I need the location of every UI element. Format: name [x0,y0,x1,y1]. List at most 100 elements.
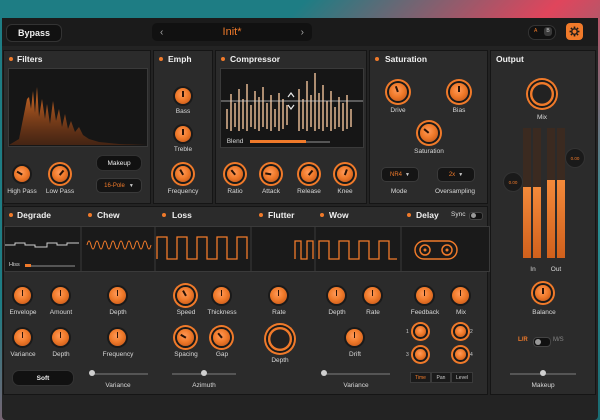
delay-tab-time-label: Time [415,374,426,381]
output-title: Output [496,54,524,64]
bias-knob[interactable] [450,83,468,101]
flutter-power-dot[interactable] [259,213,263,217]
chew-variance-slider-track[interactable] [90,373,148,375]
makeup-button[interactable]: Makeup [96,155,142,171]
attack-knob[interactable] [263,166,279,182]
emph-power-dot[interactable] [159,57,163,61]
treble-label: Treble [173,146,193,153]
azimuth-slider-thumb[interactable] [201,370,207,376]
input-gain-readout[interactable]: 0.00 [503,172,523,192]
filters-power-dot[interactable] [9,57,13,61]
ab-a-label: A [534,28,538,34]
loss-spacing-knob[interactable] [177,329,194,346]
in-label: In [530,266,536,273]
loss-gap-label: Gap [215,351,229,358]
ab-toggle[interactable]: A B [528,25,556,40]
wow-power-dot[interactable] [320,213,324,217]
degrade-depth-label: Depth [52,351,70,358]
flutter-depth-knob[interactable] [268,327,292,351]
hiss-slider-fill [25,264,31,267]
chew-depth-label: Depth [109,309,127,316]
filters-title: Filters [17,54,43,64]
chew-depth-knob[interactable] [109,287,126,304]
drive-knob[interactable] [389,83,407,101]
slope-dropdown[interactable]: 16-Pole ▼ [96,178,142,193]
preset-next-button[interactable]: › [301,27,304,38]
slope-value: 16-Pole [104,182,125,189]
low-pass-knob[interactable] [52,166,68,182]
mix-label: Mix [536,114,548,121]
wow-variance-slider-thumb[interactable] [321,370,327,376]
balance-label: Balance [532,309,556,316]
loss-power-dot[interactable] [162,213,166,217]
filter-display [8,68,148,147]
chew-variance-label: Variance [105,382,131,389]
balance-knob[interactable] [535,285,551,301]
oversampling-dropdown[interactable]: 2x ▼ [437,167,475,182]
knee-label: Knee [337,188,353,195]
release-knob[interactable] [301,166,317,182]
loss-speed-knob[interactable] [177,287,194,304]
delay-feedback-knob[interactable] [416,287,433,304]
delay-power-dot[interactable] [407,213,411,217]
wow-drift-knob[interactable] [346,329,363,346]
loss-gap-knob[interactable] [213,329,230,346]
high-pass-knob[interactable] [14,166,30,182]
stereo-mode-toggle[interactable] [533,337,551,347]
compressor-power-dot[interactable] [221,57,225,61]
ab-b-label: B [544,27,552,36]
output-gain-readout[interactable]: 0.00 [565,148,585,168]
degrade-power-dot[interactable] [9,213,13,217]
chew-title: Chew [97,210,120,220]
soft-button[interactable]: Soft [12,370,74,386]
flutter-rate-knob[interactable] [270,287,287,304]
preset-prev-button[interactable]: ‹ [160,27,163,38]
chew-variance-slider-thumb[interactable] [89,370,95,376]
delay-tab-time[interactable]: Time [410,372,431,383]
mode-dropdown[interactable]: NR4 ▼ [381,167,419,182]
settings-button[interactable] [566,23,583,40]
sync-label: Sync [451,211,466,218]
bypass-button[interactable]: Bypass [6,24,62,42]
loss-speed-label: Speed [176,309,196,316]
emph-frequency-knob[interactable] [175,166,191,182]
hiss-slider-track[interactable] [25,265,75,267]
chew-power-dot[interactable] [88,213,92,217]
loss-thickness-knob[interactable] [213,287,230,304]
degrade-depth-knob[interactable] [52,329,69,346]
output-makeup-slider-thumb[interactable] [540,370,546,376]
wow-variance-slider-track[interactable] [322,373,390,375]
tap-1-knob[interactable] [415,326,426,337]
chew-frequency-label: Frequency [102,351,134,358]
ratio-knob[interactable] [227,166,243,182]
chew-frequency-knob[interactable] [109,329,126,346]
delay-mix-knob[interactable] [452,287,469,304]
emph-title: Emph [168,54,192,64]
out-label: Out [550,266,562,273]
tap-4-knob[interactable] [455,349,466,360]
delay-tab-level[interactable]: Level [451,372,473,383]
chevron-down-icon: ▼ [128,182,134,189]
knee-knob[interactable] [337,166,353,182]
treble-knob[interactable] [175,126,191,142]
saturation-power-dot[interactable] [375,57,379,61]
flutter-title: Flutter [268,210,295,220]
sync-toggle[interactable] [469,212,483,220]
saturation-knob[interactable] [420,124,438,142]
tap-3-knob[interactable] [415,349,426,360]
wow-rate-knob[interactable] [364,287,381,304]
envelope-knob[interactable] [14,287,31,304]
wow-depth-knob[interactable] [328,287,345,304]
delay-tab-level-label: Level [456,374,468,381]
mix-knob[interactable] [530,82,554,106]
delay-mix-label: Mix [455,309,467,316]
degrade-variance-knob[interactable] [14,329,31,346]
bass-knob[interactable] [175,88,191,104]
degrade-amount-label: Amount [49,309,73,316]
compressor-title: Compressor [230,54,281,64]
degrade-amount-knob[interactable] [52,287,69,304]
tap-2-knob[interactable] [455,326,466,337]
chevron-down-icon: ▼ [405,171,410,178]
preset-selector[interactable]: ‹ Init* › [152,23,312,41]
delay-tab-pan[interactable]: Pan [431,372,451,383]
